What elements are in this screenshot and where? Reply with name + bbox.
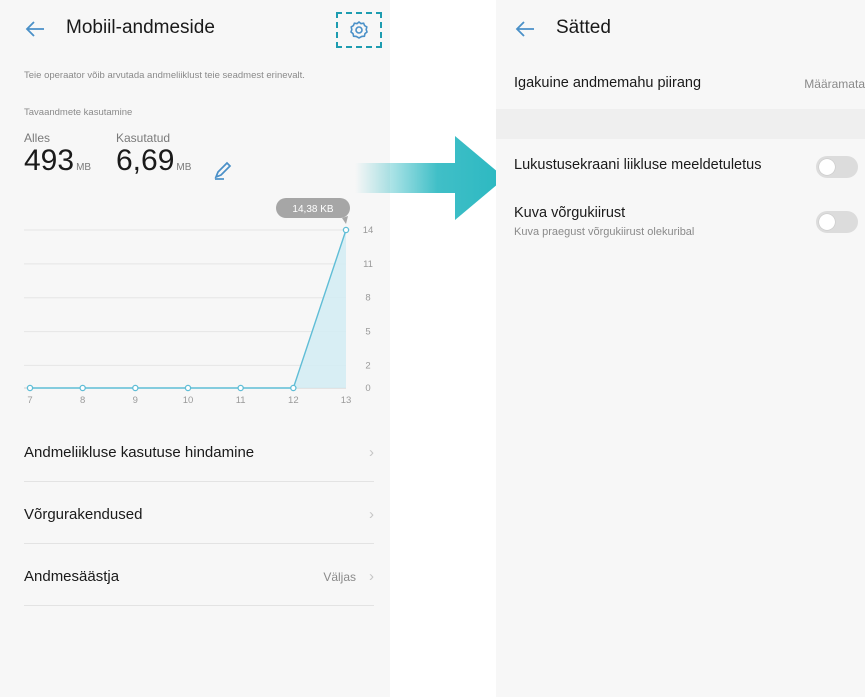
section-divider: [496, 109, 865, 139]
y-tick-label: 5: [365, 327, 370, 338]
used-amount: 6,69 MB: [116, 144, 191, 178]
used-label: Kasutatud: [116, 131, 171, 145]
x-tick-label: 13: [341, 395, 352, 406]
used-value: 6,69: [116, 144, 175, 177]
menu-item-label: Andmeliikluse kasutuse hindamine: [24, 444, 255, 461]
menu-item-label: Võrgurakendused: [24, 506, 143, 523]
network-speed-toggle[interactable]: [816, 211, 858, 233]
data-saver-status: Väljas: [323, 570, 356, 584]
chevron-right-icon: ›: [369, 444, 374, 461]
data-point: [237, 384, 244, 392]
usage-area: [30, 230, 346, 388]
y-tick-label: 11: [363, 259, 373, 270]
data-usage-screen: Mobiil-andmeside Teie operaator võib arv…: [0, 0, 390, 697]
x-tick-label: 10: [183, 395, 194, 406]
menu-item-data-saver[interactable]: Andmesäästja Väljas ›: [24, 546, 374, 606]
network-speed-label: Kuva võrgukiirust: [514, 205, 626, 221]
network-speed-description: Kuva praegust võrgukiirust olekuribal: [514, 226, 695, 238]
settings-button[interactable]: [336, 12, 382, 48]
page-title: Sätted: [556, 17, 611, 38]
back-arrow-icon[interactable]: [24, 18, 46, 40]
settings-screen: Sätted Igakuine andmemahu piirang Määram…: [496, 0, 865, 697]
gear-icon: [350, 20, 368, 39]
usage-chart: 0 2 5 8 11 14 7 8 9 10 11 12 13 14,38 KB: [24, 198, 374, 406]
y-tick-label: 2: [365, 360, 370, 371]
data-point: [290, 384, 297, 392]
page-title: Mobiil-andmeside: [66, 17, 215, 38]
data-point: [184, 384, 192, 392]
lock-screen-reminder-label: Lukustusekraani liikluse meeldetuletus: [514, 157, 762, 173]
data-point: [132, 384, 139, 392]
data-limit-value: Määramata: [804, 77, 865, 91]
x-tick-label: 12: [288, 395, 299, 406]
menu-item-usage-estimate[interactable]: Andmeliikluse kasutuse hindamine ›: [24, 422, 374, 482]
remaining-unit: MB: [76, 162, 92, 173]
app-bar: Sätted: [496, 0, 865, 56]
x-tick-label: 8: [80, 395, 85, 406]
usage-subheading: Tavaandmete kasutamine: [24, 107, 133, 118]
remaining-value: 493: [24, 144, 75, 177]
y-tick-label: 8: [365, 293, 370, 304]
chevron-right-icon: ›: [369, 506, 374, 523]
menu-item-label: Andmesäästja: [24, 568, 120, 585]
value-callout-text: 14,38 KB: [292, 204, 333, 215]
chevron-right-icon: ›: [369, 568, 374, 585]
data-point: [342, 226, 350, 234]
remaining-label: Alles: [24, 131, 51, 145]
app-bar: Mobiil-andmeside: [0, 0, 390, 56]
toggle-knob: [819, 214, 835, 230]
x-tick-label: 9: [133, 395, 138, 406]
transition-arrow: [355, 136, 505, 220]
usage-line: [30, 229, 347, 389]
toggle-knob: [819, 159, 835, 175]
pencil-icon[interactable]: [212, 159, 234, 181]
remaining-amount: 493 MB: [24, 144, 91, 178]
operator-note: Teie operaator võib arvutada andmeliiklu…: [24, 70, 305, 81]
y-tick-label: 0: [365, 383, 370, 394]
y-tick-label: 14: [363, 225, 374, 236]
used-unit: MB: [176, 162, 192, 173]
back-arrow-icon[interactable]: [514, 18, 536, 40]
data-point: [79, 384, 86, 392]
lock-screen-reminder-toggle[interactable]: [816, 156, 858, 178]
data-limit-label: Igakuine andmemahu piirang: [514, 75, 702, 91]
x-tick-label: 11: [236, 395, 246, 406]
data-point: [26, 384, 34, 392]
x-tick-label: 7: [27, 395, 32, 406]
menu-item-network-apps[interactable]: Võrgurakendused ›: [24, 484, 374, 544]
